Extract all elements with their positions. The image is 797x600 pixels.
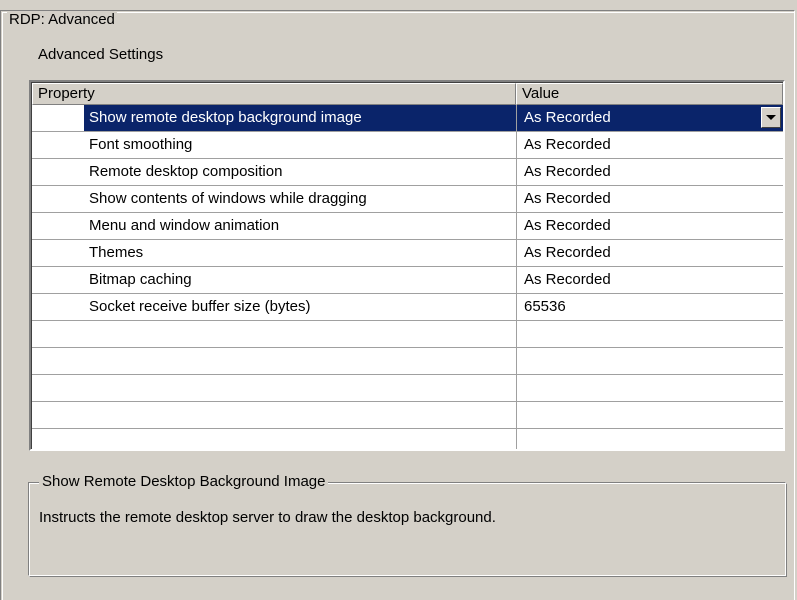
- row-gutter: [32, 348, 84, 375]
- section-label: Advanced Settings: [38, 46, 164, 63]
- row-gutter: [32, 186, 84, 213]
- row-gutter: [32, 105, 84, 132]
- table-row[interactable]: Bitmap caching As Recorded: [32, 267, 783, 294]
- table-row[interactable]: [32, 429, 783, 449]
- table-row[interactable]: Menu and window animation As Recorded: [32, 213, 783, 240]
- table-row[interactable]: Show remote desktop background image As R…: [32, 105, 783, 132]
- row-gutter: [32, 375, 84, 402]
- grid-header: Property Value: [32, 83, 783, 105]
- grid-rows: Show remote desktop background image As R…: [32, 105, 783, 449]
- description-group: Show Remote Desktop Background Image Ins…: [28, 473, 787, 577]
- settings-grid: Property Value Show remote desktop backg…: [29, 80, 785, 451]
- property-cell[interactable]: Show contents of windows while dragging: [84, 186, 516, 213]
- property-cell[interactable]: [84, 402, 516, 429]
- table-row[interactable]: [32, 375, 783, 402]
- property-cell[interactable]: Socket receive buffer size (bytes): [84, 294, 516, 321]
- row-gutter: [32, 132, 84, 159]
- property-cell[interactable]: Show remote desktop background image: [84, 105, 516, 132]
- chevron-down-icon: [766, 115, 776, 120]
- description-title: Show Remote Desktop Background Image: [39, 473, 329, 491]
- table-row[interactable]: [32, 402, 783, 429]
- value-cell[interactable]: As Recorded: [516, 267, 783, 294]
- value-text: As Recorded: [524, 271, 611, 288]
- value-cell[interactable]: As Recorded: [516, 240, 783, 267]
- description-text: Instructs the remote desktop server to d…: [39, 509, 496, 526]
- table-row[interactable]: Socket receive buffer size (bytes) 65536: [32, 294, 783, 321]
- table-row[interactable]: Remote desktop composition As Recorded: [32, 159, 783, 186]
- property-cell[interactable]: [84, 321, 516, 348]
- property-cell[interactable]: [84, 375, 516, 402]
- value-text: 65536: [524, 298, 566, 315]
- value-cell[interactable]: [516, 321, 783, 348]
- column-header-property[interactable]: Property: [32, 83, 516, 105]
- row-gutter: [32, 402, 84, 429]
- value-cell[interactable]: As Recorded: [516, 213, 783, 240]
- column-header-value[interactable]: Value: [516, 83, 783, 105]
- value-text: As Recorded: [524, 244, 611, 261]
- property-cell[interactable]: Menu and window animation: [84, 213, 516, 240]
- table-row[interactable]: Show contents of windows while dragging A…: [32, 186, 783, 213]
- row-gutter: [32, 240, 84, 267]
- property-cell[interactable]: Remote desktop composition: [84, 159, 516, 186]
- table-row[interactable]: Themes As Recorded: [32, 240, 783, 267]
- property-cell[interactable]: Bitmap caching: [84, 267, 516, 294]
- value-cell[interactable]: [516, 375, 783, 402]
- value-cell[interactable]: As Recorded: [516, 159, 783, 186]
- value-text: As Recorded: [524, 217, 611, 234]
- value-cell[interactable]: As Recorded: [516, 105, 783, 132]
- value-cell[interactable]: [516, 429, 783, 449]
- value-text: As Recorded: [524, 109, 611, 126]
- value-cell[interactable]: As Recorded: [516, 132, 783, 159]
- value-cell[interactable]: As Recorded: [516, 186, 783, 213]
- row-gutter: [32, 429, 84, 449]
- table-row[interactable]: [32, 321, 783, 348]
- row-gutter: [32, 294, 84, 321]
- value-cell[interactable]: [516, 348, 783, 375]
- property-cell[interactable]: [84, 348, 516, 375]
- row-gutter: [32, 159, 84, 186]
- value-text: As Recorded: [524, 190, 611, 207]
- group-title: RDP: Advanced: [7, 11, 117, 28]
- table-row[interactable]: Font smoothing As Recorded: [32, 132, 783, 159]
- value-text: As Recorded: [524, 163, 611, 180]
- row-gutter: [32, 267, 84, 294]
- property-cell[interactable]: Themes: [84, 240, 516, 267]
- row-gutter: [32, 213, 84, 240]
- value-text: As Recorded: [524, 136, 611, 153]
- value-dropdown-button[interactable]: [761, 107, 781, 128]
- table-row[interactable]: [32, 348, 783, 375]
- value-cell[interactable]: 65536: [516, 294, 783, 321]
- property-cell[interactable]: [84, 429, 516, 449]
- value-cell[interactable]: [516, 402, 783, 429]
- row-gutter: [32, 321, 84, 348]
- property-cell[interactable]: Font smoothing: [84, 132, 516, 159]
